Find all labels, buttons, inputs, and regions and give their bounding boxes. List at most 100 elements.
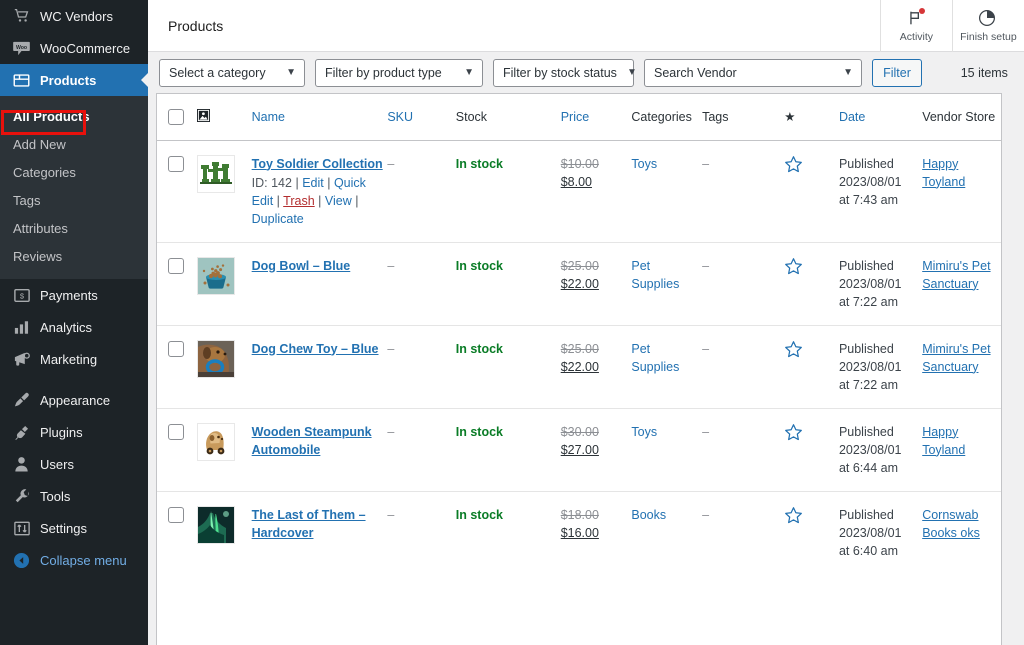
row-checkbox[interactable] <box>168 423 184 440</box>
row-price-cell: $18.00 $16.00 <box>560 490 632 574</box>
sidebar-item-all-products[interactable]: All Products <box>0 103 148 131</box>
sidebar-item-plugins[interactable]: Plugins <box>0 416 148 448</box>
row-featured-cell <box>784 490 839 574</box>
vendor-store-link[interactable]: Happy Toyland <box>922 425 965 457</box>
sidebar-item-appearance[interactable]: Appearance <box>0 384 148 416</box>
price-sale: $22.00 <box>560 276 599 291</box>
date-time: at 7:43 am <box>838 192 899 207</box>
sidebar-sublabel: Tags <box>13 193 41 208</box>
sidebar-label: Payments <box>40 287 98 303</box>
row-checkbox[interactable] <box>168 257 184 274</box>
category-link[interactable]: Books <box>631 508 666 522</box>
sidebar-item-tags[interactable]: Tags <box>0 187 148 215</box>
category-filter-select[interactable]: Select a category ▼ <box>159 58 305 87</box>
stock-status-label: In stock <box>455 156 504 171</box>
sidebar-item-add-new[interactable]: Add New <box>0 131 148 159</box>
stock-status-label: In stock <box>455 507 504 522</box>
trash-link[interactable]: Trash <box>283 194 315 208</box>
finish-setup-label: Finish setup <box>960 30 1017 43</box>
date-status: Published <box>838 258 894 273</box>
category-link[interactable]: Toys <box>631 425 657 439</box>
featured-star-icon[interactable] <box>784 506 835 530</box>
sidebar-item-analytics[interactable]: Analytics <box>0 311 148 343</box>
product-type-filter-select[interactable]: Filter by product type ▼ <box>315 58 483 87</box>
featured-star-icon[interactable] <box>784 423 835 447</box>
table-body: Toy Soldier Collection ID: 142 | Edit | … <box>157 140 1001 574</box>
vendor-store-link[interactable]: Mimiru's Pet Sanctuary <box>922 342 990 374</box>
sidebar-item-categories[interactable]: Categories <box>0 159 148 187</box>
date-time: at 7:22 am <box>838 294 899 309</box>
product-name-link[interactable]: Dog Bowl – Blue <box>252 257 384 275</box>
product-name-link[interactable]: Wooden Steampunk Automobile <box>252 423 384 459</box>
sidebar-item-wc-vendors[interactable]: WC Vendors <box>0 0 148 32</box>
book-cover-thumbnail[interactable] <box>196 505 235 544</box>
vendor-store-link[interactable]: Cornswab Books oks <box>922 508 980 540</box>
collapse-arrow-icon <box>11 550 32 570</box>
category-link[interactable]: Toys <box>631 157 657 171</box>
product-name-link[interactable]: Toy Soldier Collection <box>252 155 384 173</box>
duplicate-link[interactable]: Duplicate <box>252 212 304 226</box>
sidebar-item-woocommerce[interactable]: Woo WooCommerce <box>0 32 148 64</box>
featured-star-icon[interactable] <box>784 155 835 179</box>
sidebar-item-tools[interactable]: Tools <box>0 480 148 512</box>
sku-column-header[interactable]: SKU <box>387 94 456 141</box>
wooden-car-thumbnail[interactable] <box>196 422 235 461</box>
sidebar-item-reviews[interactable]: Reviews <box>0 243 148 271</box>
product-name-link[interactable]: Dog Chew Toy – Blue <box>252 340 384 358</box>
row-thumbnail-cell <box>196 490 252 574</box>
row-featured-cell <box>784 241 839 325</box>
row-tags-cell: – <box>702 324 785 408</box>
image-icon <box>196 108 210 125</box>
product-name-link[interactable]: The Last of Them – Hardcover <box>252 506 384 542</box>
row-checkbox[interactable] <box>168 155 184 172</box>
featured-column-header[interactable]: ★ <box>784 94 839 141</box>
featured-star-icon[interactable] <box>784 340 835 364</box>
row-checkbox[interactable] <box>168 340 184 357</box>
bar-chart-icon <box>11 317 32 337</box>
date-column-header[interactable]: Date <box>838 94 923 141</box>
sliders-icon <box>11 518 32 538</box>
category-link[interactable]: Pet Supplies <box>631 259 679 291</box>
row-price-cell: $25.00 $22.00 <box>560 241 632 325</box>
edit-link[interactable]: Edit <box>302 176 324 190</box>
filter-button[interactable]: Filter <box>872 58 922 87</box>
stock-status-filter-select[interactable]: Filter by stock status ▼ <box>493 58 637 87</box>
date-status: Published <box>838 507 894 522</box>
name-column-header[interactable]: Name <box>251 94 388 141</box>
collapse-menu-button[interactable]: Collapse menu <box>0 544 148 576</box>
sidebar-item-settings[interactable]: Settings <box>0 512 148 544</box>
row-name-cell: The Last of Them – Hardcover <box>251 490 388 574</box>
row-vendor-cell: Mimiru's Pet Sanctuary <box>922 324 1001 408</box>
row-vendor-cell: Happy Toyland <box>922 140 1001 242</box>
sidebar-item-products[interactable]: Products <box>0 64 148 96</box>
featured-star-icon[interactable] <box>784 257 835 281</box>
categories-column-header: Categories <box>631 94 703 141</box>
header-actions: Activity Finish setup <box>879 0 1024 52</box>
sidebar-item-marketing[interactable]: Marketing <box>0 343 148 375</box>
vendor-search-select[interactable]: Search Vendor ▼ <box>644 58 862 87</box>
row-name-cell: Wooden Steampunk Automobile <box>251 407 388 491</box>
product-type-filter-value: Filter by product type <box>325 65 442 80</box>
sidebar-item-attributes[interactable]: Attributes <box>0 215 148 243</box>
dog-chew-toy-thumbnail[interactable] <box>196 339 235 378</box>
vendor-store-link[interactable]: Happy Toyland <box>922 157 965 189</box>
price-column-header[interactable]: Price <box>560 94 632 141</box>
finish-setup-button[interactable]: Finish setup <box>951 0 1024 52</box>
wrench-icon <box>11 486 32 506</box>
dog-bowl-thumbnail[interactable] <box>196 256 235 295</box>
select-all-header <box>157 94 197 141</box>
table-row: Toy Soldier Collection ID: 142 | Edit | … <box>157 140 1001 242</box>
stock-status-filter-value: Filter by stock status <box>503 65 617 80</box>
activity-button[interactable]: Activity <box>879 0 952 52</box>
sidebar-item-users[interactable]: Users <box>0 448 148 480</box>
row-categories-cell: Pet Supplies <box>631 241 703 325</box>
row-checkbox[interactable] <box>168 506 184 523</box>
view-link[interactable]: View <box>325 194 352 208</box>
vendor-store-link[interactable]: Mimiru's Pet Sanctuary <box>922 259 990 291</box>
admin-sidebar: WC Vendors Woo WooCommerce Products All … <box>0 0 148 645</box>
toy-soldiers-thumbnail[interactable] <box>196 154 235 193</box>
select-all-checkbox[interactable] <box>168 108 184 125</box>
row-vendor-cell: Mimiru's Pet Sanctuary <box>922 241 1001 325</box>
category-link[interactable]: Pet Supplies <box>631 342 679 374</box>
sidebar-item-payments[interactable]: $ Payments <box>0 279 148 311</box>
